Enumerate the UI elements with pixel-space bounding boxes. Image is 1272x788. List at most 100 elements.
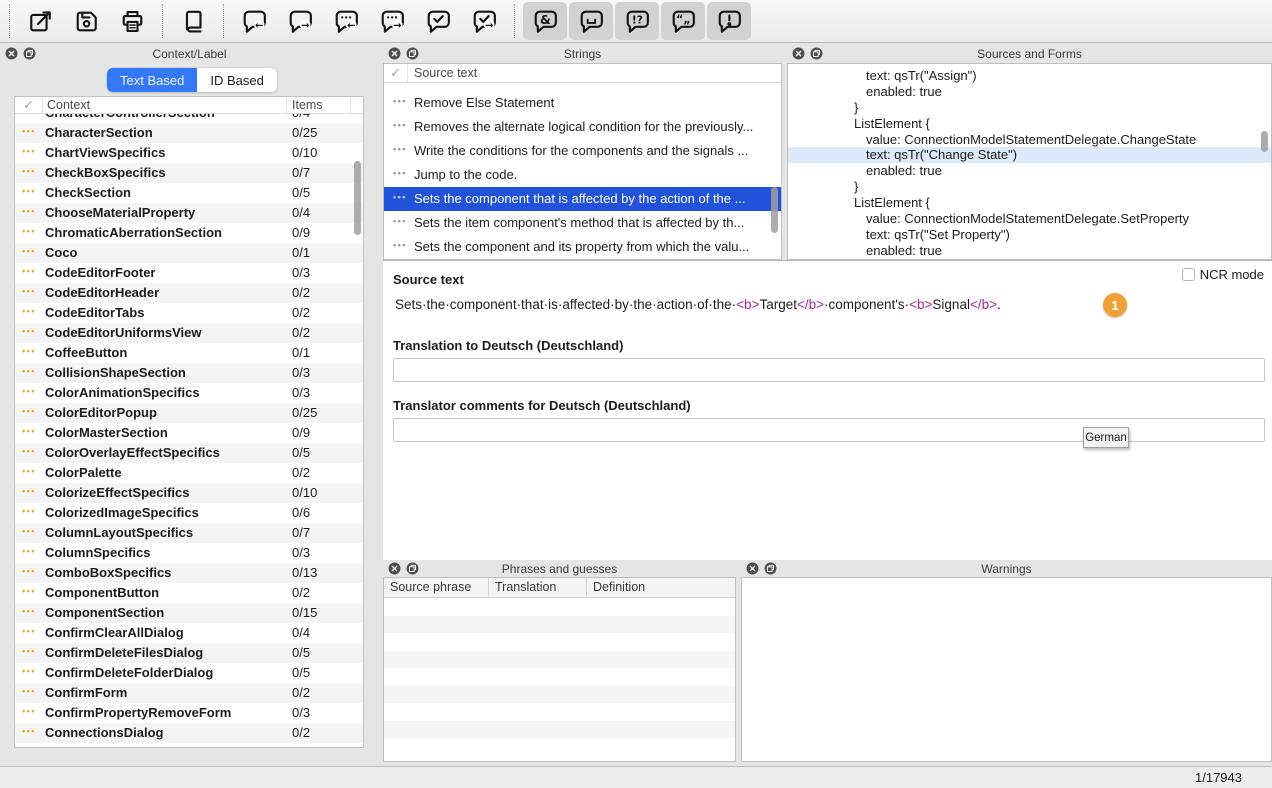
phrases-table-header: Source phrase Translation Definition xyxy=(384,578,735,598)
unfinished-dots-icon: ••• xyxy=(22,646,36,656)
bubble-check-icon xyxy=(425,8,452,35)
context-row[interactable]: •••ConfirmDeleteFolderDialog0/5 xyxy=(15,663,363,683)
float-icon[interactable] xyxy=(406,562,419,575)
context-items: 0/1 xyxy=(292,345,310,360)
string-row[interactable]: •••Sets the component and its property f… xyxy=(384,235,781,259)
context-partial-row[interactable]: ••• CharacterControllerSection 0/4 xyxy=(15,114,363,123)
context-row[interactable]: •••CodeEditorHeader0/2 xyxy=(15,283,363,303)
phrase-row-empty xyxy=(384,721,735,739)
code-line: enabled: true xyxy=(788,84,1271,100)
ncr-checkbox[interactable] xyxy=(1182,268,1195,281)
context-row[interactable]: •••ComboBoxSpecifics0/13 xyxy=(15,563,363,583)
context-row[interactable]: •••ColorPalette0/2 xyxy=(15,463,363,483)
open-button[interactable] xyxy=(18,2,62,40)
close-icon[interactable] xyxy=(792,47,805,60)
items-column-header[interactable]: Items xyxy=(287,97,351,113)
check-column-header[interactable]: ✓ xyxy=(384,64,408,82)
context-row[interactable]: •••ComponentButton0/2 xyxy=(15,583,363,603)
next-button[interactable]: → xyxy=(370,2,414,40)
close-icon[interactable] xyxy=(5,47,18,60)
done-button[interactable] xyxy=(416,2,460,40)
tab-id-based[interactable]: ID Based xyxy=(197,68,276,92)
source-text-column-header[interactable]: Source text xyxy=(408,64,781,82)
context-row[interactable]: •••ChooseMaterialProperty0/4 xyxy=(15,203,363,223)
save-button[interactable] xyxy=(64,2,108,40)
context-row[interactable]: •••CheckBoxSpecifics0/7 xyxy=(15,163,363,183)
phrase-book-button[interactable] xyxy=(171,2,215,40)
string-row[interactable]: •••Removes the alternate logical conditi… xyxy=(384,115,781,139)
sources-scrollbar[interactable] xyxy=(1261,131,1268,152)
float-icon[interactable] xyxy=(810,47,823,60)
source-code-view[interactable]: text: qsTr("Assign")enabled: true}ListEl… xyxy=(787,63,1272,260)
context-row[interactable]: •••CollisionShapeSection0/3 xyxy=(15,363,363,383)
code-line: enabled: true xyxy=(788,163,1271,179)
context-items: 0/3 xyxy=(292,705,310,720)
context-row[interactable]: •••CodeEditorTabs0/2 xyxy=(15,303,363,323)
context-row[interactable]: •••CodeEditorFooter0/3 xyxy=(15,263,363,283)
float-icon[interactable] xyxy=(23,47,36,60)
prev-unfinished-button[interactable]: ← xyxy=(232,2,276,40)
definition-column-header[interactable]: Definition xyxy=(587,578,735,597)
context-column-header[interactable]: Context xyxy=(43,97,287,113)
unfinished-dots-icon: ••• xyxy=(22,266,36,276)
string-row[interactable]: •••Jump to the code. xyxy=(384,163,781,187)
strings-scrollbar[interactable] xyxy=(771,187,778,233)
context-row[interactable]: •••ComponentSection0/15 xyxy=(15,603,363,623)
close-icon[interactable] xyxy=(388,562,401,575)
context-row[interactable]: •••CodeEditorUniformsView0/2 xyxy=(15,323,363,343)
context-items: 0/5 xyxy=(292,665,310,680)
close-icon[interactable] xyxy=(388,47,401,60)
context-row[interactable]: •••Coco0/1 xyxy=(15,243,363,263)
context-items: 0/6 xyxy=(292,505,310,520)
context-row[interactable]: •••ColorAnimationSpecifics0/3 xyxy=(15,383,363,403)
translation-input[interactable] xyxy=(393,358,1265,382)
source-phrase-column-header[interactable]: Source phrase xyxy=(384,578,489,597)
context-row[interactable]: •••ConfirmClearAllDialog0/4 xyxy=(15,623,363,643)
string-row[interactable]: •••Remove Else Statement xyxy=(384,91,781,115)
float-icon[interactable] xyxy=(406,47,419,60)
context-row[interactable]: •••ColorEditorPopup0/25 xyxy=(15,403,363,423)
length-variant-badge[interactable]: 1 xyxy=(1103,293,1127,317)
context-row[interactable]: •••CharacterSection0/25 xyxy=(15,123,363,143)
context-row[interactable]: •••ColorizeEffectSpecifics0/10 xyxy=(15,483,363,503)
string-row-selected[interactable]: •••Sets the component that is affected b… xyxy=(384,187,781,211)
context-row[interactable]: •••ConnectionsDialog0/2 xyxy=(15,723,363,743)
context-row[interactable]: •••ConfirmDeleteFilesDialog0/5 xyxy=(15,643,363,663)
close-icon[interactable] xyxy=(746,562,759,575)
string-row[interactable]: •••Sets the item component's method that… xyxy=(384,211,781,235)
ending-punctuation-button[interactable]: !? xyxy=(615,2,659,40)
context-items: 0/2 xyxy=(292,725,310,740)
translation-column-header[interactable]: Translation xyxy=(489,578,587,597)
place-markers-button[interactable] xyxy=(707,2,751,40)
context-row[interactable]: •••ColorizedImageSpecifics0/6 xyxy=(15,503,363,523)
context-row[interactable]: •••ColumnLayoutSpecifics0/7 xyxy=(15,523,363,543)
surrounding-whitespace-button[interactable] xyxy=(569,2,613,40)
print-icon xyxy=(119,8,146,35)
unfinished-dots-icon: ••• xyxy=(22,586,36,596)
context-row[interactable]: •••CheckSection0/5 xyxy=(15,183,363,203)
code-line: text: qsTr("Assign") xyxy=(788,68,1271,84)
tab-text-based[interactable]: Text Based xyxy=(107,68,197,92)
context-row[interactable]: •••ChromaticAberrationSection0/9 xyxy=(15,223,363,243)
context-row[interactable]: •••ConfirmForm0/2 xyxy=(15,683,363,703)
ncr-mode-control[interactable]: NCR mode xyxy=(1182,267,1264,282)
context-row[interactable]: •••ColorOverlayEffectSpecifics0/5 xyxy=(15,443,363,463)
float-icon[interactable] xyxy=(764,562,777,575)
next-unfinished-button[interactable]: → xyxy=(278,2,322,40)
comments-input[interactable] xyxy=(393,418,1265,442)
context-row[interactable]: •••ConfirmPropertyRemoveForm0/3 xyxy=(15,703,363,723)
accelerators-button[interactable]: & xyxy=(523,2,567,40)
phrase-row-empty xyxy=(384,651,735,669)
print-button[interactable] xyxy=(110,2,154,40)
check-column-header[interactable]: ✓ xyxy=(15,97,43,113)
string-row[interactable]: •••Write the conditions for the componen… xyxy=(384,139,781,163)
done-and-next-button[interactable]: → xyxy=(462,2,506,40)
prev-button[interactable]: ← xyxy=(324,2,368,40)
context-scrollbar[interactable] xyxy=(354,161,361,235)
context-row[interactable]: •••ChartViewSpecifics0/10 xyxy=(15,143,363,163)
phrase-matches-button[interactable]: “„ xyxy=(661,2,705,40)
strings-partial-row[interactable] xyxy=(384,83,781,91)
context-row[interactable]: •••ColorMasterSection0/9 xyxy=(15,423,363,443)
context-row[interactable]: •••ColumnSpecifics0/3 xyxy=(15,543,363,563)
context-row[interactable]: •••CoffeeButton0/1 xyxy=(15,343,363,363)
